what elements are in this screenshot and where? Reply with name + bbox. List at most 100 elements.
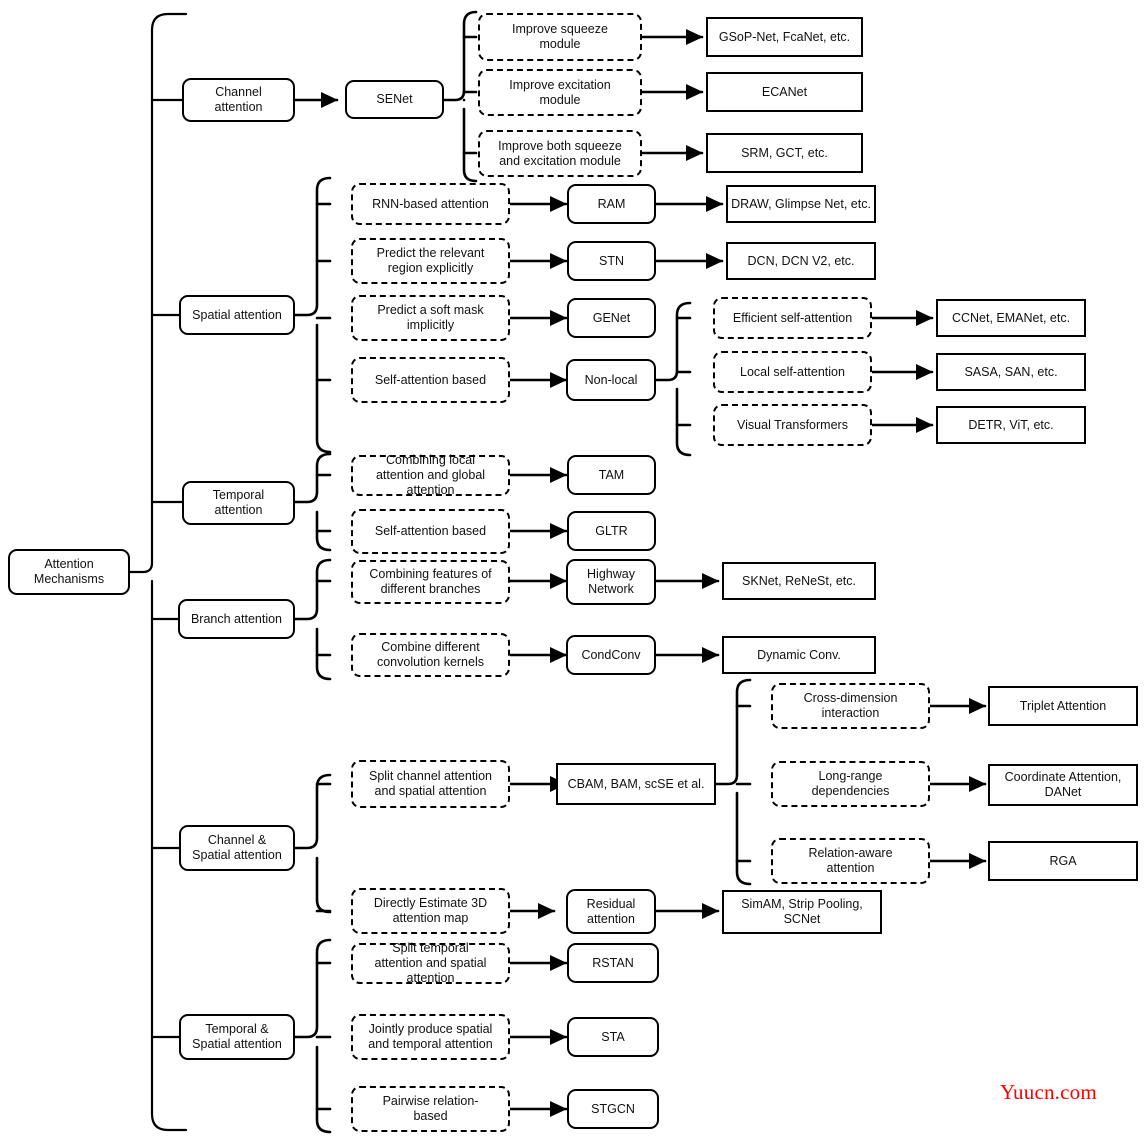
node-detr-vit[interactable]: DETR, ViT, etc. [936,406,1086,444]
node-label: CCNet, EMANet, etc. [951,310,1071,325]
node-temporal-spatial-attention[interactable]: Temporal & Spatial attention [179,1014,295,1060]
node-channel-attention[interactable]: Channel attention [182,78,295,122]
node-condconv[interactable]: CondConv [566,635,656,675]
node-cbam-bam-scse[interactable]: CBAM, BAM, scSE et al. [556,763,716,805]
node-channel-spatial-attention[interactable]: Channel & Spatial attention [179,825,295,871]
node-label: Cross-dimension interaction [803,691,898,720]
node-label: Temporal attention [212,488,265,517]
node-label: Triplet Attention [1019,698,1107,713]
node-tam[interactable]: TAM [567,455,656,495]
node-visual-transformers[interactable]: Visual Transformers [713,404,872,446]
node-label: Directly Estimate 3D attention map [373,896,488,925]
node-label: Long-range dependencies [811,769,890,798]
node-label: SENet [376,92,413,107]
node-predict-relevant-region[interactable]: Predict the relevant region explicitly [351,238,510,284]
node-label: Self-attention based [374,372,487,387]
diagram-canvas: Attention Mechanisms Channel attention S… [0,0,1147,1146]
node-ccnet-emanet[interactable]: CCNet, EMANet, etc. [936,299,1086,337]
node-senet[interactable]: SENet [345,80,444,119]
node-attention-mechanisms[interactable]: Attention Mechanisms [8,549,130,595]
node-label: STA [601,1029,625,1044]
node-label: GLTR [595,523,628,538]
node-long-range-dependencies[interactable]: Long-range dependencies [771,761,930,807]
node-split-channel-spatial-attention[interactable]: Split channel attention and spatial atte… [351,760,510,808]
node-non-local[interactable]: Non-local [566,359,656,401]
node-label: STGCN [591,1101,635,1116]
node-local-self-attention[interactable]: Local self-attention [713,351,872,393]
node-combine-convolution-kernels[interactable]: Combine different convolution kernels [351,633,510,677]
node-label: STN [599,253,624,268]
node-label: SRM, GCT, etc. [741,145,828,160]
node-label: Temporal & Spatial attention [192,1022,282,1051]
node-ecanet[interactable]: ECANet [706,72,863,112]
node-branch-attention[interactable]: Branch attention [178,599,295,639]
node-self-attention-based-temporal[interactable]: Self-attention based [351,509,510,554]
node-relation-aware-attention[interactable]: Relation-aware attention [771,838,930,884]
node-spatial-attention[interactable]: Spatial attention [179,295,295,335]
node-triplet-attention[interactable]: Triplet Attention [988,686,1138,726]
node-improve-excitation-module[interactable]: Improve excitation module [478,69,642,116]
node-pairwise-relation-based[interactable]: Pairwise relation- based [351,1086,510,1132]
node-label: SimAM, Strip Pooling, SCNet [741,897,863,926]
node-gsop-net[interactable]: GSoP-Net, FcaNet, etc. [706,17,863,57]
node-stgcn[interactable]: STGCN [567,1089,659,1129]
node-self-attention-based-spatial[interactable]: Self-attention based [351,357,510,403]
node-simam-strip-pooling-scnet[interactable]: SimAM, Strip Pooling, SCNet [722,890,882,934]
node-label: TAM [598,467,625,482]
node-label: Attention Mechanisms [33,557,105,586]
node-ram[interactable]: RAM [567,184,656,224]
node-genet[interactable]: GENet [567,298,656,338]
node-split-temporal-spatial-attention[interactable]: Split temporal attention and spatial att… [351,941,510,985]
node-label: SKNet, ReNeSt, etc. [742,573,856,588]
node-label: Jointly produce spatial and temporal att… [368,1022,493,1051]
node-coordinate-attention-danet[interactable]: Coordinate Attention, DANet [988,764,1138,806]
node-improve-both-modules[interactable]: Improve both squeeze and excitation modu… [478,130,642,177]
node-sknet-renest[interactable]: SKNet, ReNeSt, etc. [722,562,876,600]
node-label: Residual attention [586,896,636,926]
node-sasa-san[interactable]: SASA, SAN, etc. [936,353,1086,391]
node-label: RNN-based attention [372,196,489,211]
node-label: Coordinate Attention, DANet [1004,770,1122,799]
node-label: Predict a soft mask implicitly [377,303,484,332]
node-draw-glimpse-net[interactable]: DRAW, Glimpse Net, etc. [726,185,876,223]
node-label: Pairwise relation- based [382,1094,479,1123]
node-rstan[interactable]: RSTAN [567,943,659,983]
node-label: Improve both squeeze and excitation modu… [498,138,622,168]
node-directly-estimate-3d-attention[interactable]: Directly Estimate 3D attention map [351,888,510,934]
node-label: Efficient self-attention [732,310,853,325]
node-sta[interactable]: STA [567,1017,659,1057]
node-label: Local self-attention [740,364,845,379]
node-jointly-produce-spatial-temporal[interactable]: Jointly produce spatial and temporal att… [351,1014,510,1060]
node-improve-squeeze-module[interactable]: Improve squeeze module [478,13,642,61]
node-dynamic-conv[interactable]: Dynamic Conv. [722,636,876,674]
node-combining-features-branches[interactable]: Combining features of different branches [351,560,510,604]
node-label: ECANet [761,84,808,99]
node-label: Branch attention [190,611,283,626]
node-combining-local-global-attention[interactable]: Combining local attention and global att… [351,453,510,497]
node-label: Combining features of different branches [369,567,492,596]
node-efficient-self-attention[interactable]: Efficient self-attention [713,297,872,339]
node-label: Predict the relevant region explicitly [376,246,485,275]
node-dcn[interactable]: DCN, DCN V2, etc. [726,242,876,280]
node-label: Channel attention [214,85,263,114]
node-label: CondConv [581,647,641,662]
node-label: Improve excitation module [509,77,611,107]
node-rga[interactable]: RGA [988,841,1138,881]
node-label: RAM [597,196,626,211]
node-gltr[interactable]: GLTR [567,511,656,551]
node-label: Relation-aware attention [808,846,893,875]
node-label: Dynamic Conv. [757,647,841,662]
node-label: Self-attention based [374,524,487,539]
node-label: Highway Network [587,567,635,596]
node-cross-dimension-interaction[interactable]: Cross-dimension interaction [771,683,930,729]
node-residual-attention[interactable]: Residual attention [566,889,656,934]
watermark: Yuucn.com [1000,1080,1097,1104]
node-stn[interactable]: STN [567,241,656,281]
node-rnn-based-attention[interactable]: RNN-based attention [351,183,510,225]
node-srm-gct[interactable]: SRM, GCT, etc. [706,133,863,173]
node-predict-soft-mask[interactable]: Predict a soft mask implicitly [351,295,510,341]
node-label: Split channel attention and spatial atte… [368,769,492,798]
node-highway-network[interactable]: Highway Network [566,559,656,605]
node-temporal-attention[interactable]: Temporal attention [182,481,295,525]
node-label: Visual Transformers [737,417,848,432]
